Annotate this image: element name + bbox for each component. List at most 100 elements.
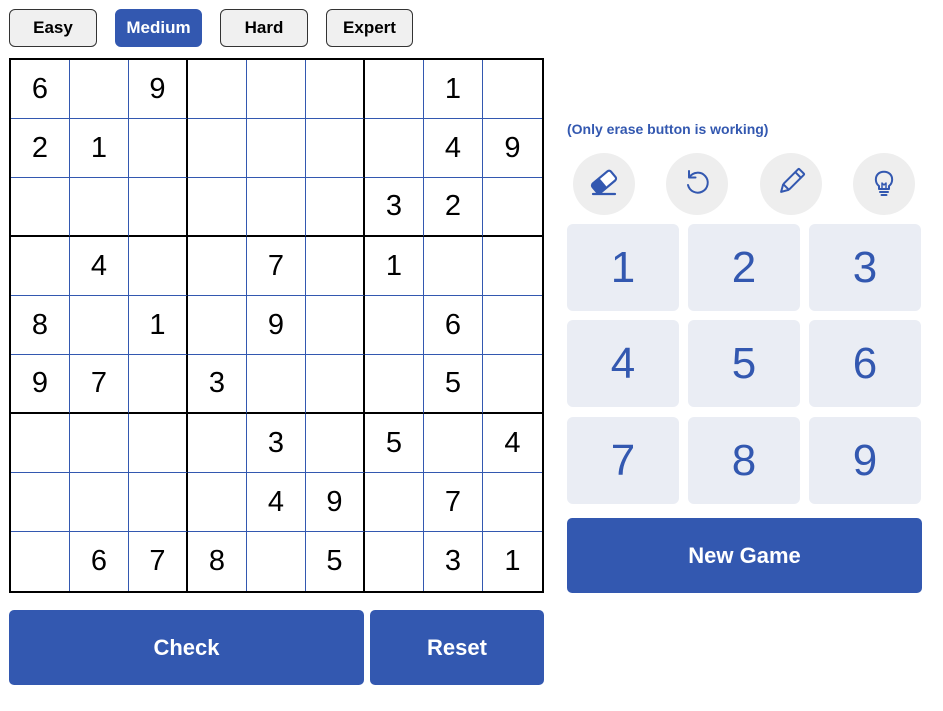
board-cell-r5-c1[interactable]: 8	[11, 296, 70, 355]
board-cell-r2-c7[interactable]	[365, 119, 424, 178]
board-cell-r9-c7[interactable]	[365, 532, 424, 591]
board-cell-r3-c6[interactable]	[306, 178, 365, 237]
board-cell-r3-c2[interactable]	[70, 178, 129, 237]
board-cell-r2-c9[interactable]: 9	[483, 119, 542, 178]
board-cell-r4-c9[interactable]	[483, 237, 542, 296]
board-cell-r7-c1[interactable]	[11, 414, 70, 473]
board-cell-r8-c4[interactable]	[188, 473, 247, 532]
board-cell-r4-c2[interactable]: 4	[70, 237, 129, 296]
board-cell-r7-c3[interactable]	[129, 414, 188, 473]
difficulty-hard-button[interactable]: Hard	[220, 9, 308, 47]
board-cell-r1-c9[interactable]	[483, 60, 542, 119]
board-cell-r2-c4[interactable]	[188, 119, 247, 178]
board-cell-r1-c3[interactable]: 9	[129, 60, 188, 119]
board-cell-r1-c4[interactable]	[188, 60, 247, 119]
board-cell-r7-c9[interactable]: 4	[483, 414, 542, 473]
board-cell-r3-c3[interactable]	[129, 178, 188, 237]
numpad-key-3[interactable]: 3	[809, 224, 921, 311]
board-cell-r4-c5[interactable]: 7	[247, 237, 306, 296]
board-cell-r7-c4[interactable]	[188, 414, 247, 473]
board-cell-r9-c9[interactable]: 1	[483, 532, 542, 591]
board-cell-r4-c6[interactable]	[306, 237, 365, 296]
board-cell-r1-c1[interactable]: 6	[11, 60, 70, 119]
board-cell-r6-c7[interactable]	[365, 355, 424, 414]
board-cell-r4-c3[interactable]	[129, 237, 188, 296]
board-cell-r4-c8[interactable]	[424, 237, 483, 296]
board-cell-r2-c2[interactable]: 1	[70, 119, 129, 178]
board-cell-r9-c4[interactable]: 8	[188, 532, 247, 591]
board-cell-r4-c1[interactable]	[11, 237, 70, 296]
board-cell-r5-c8[interactable]: 6	[424, 296, 483, 355]
board-cell-r2-c1[interactable]: 2	[11, 119, 70, 178]
board-cell-r6-c6[interactable]	[306, 355, 365, 414]
board-cell-r5-c5[interactable]: 9	[247, 296, 306, 355]
board-cell-r4-c7[interactable]: 1	[365, 237, 424, 296]
board-cell-r9-c1[interactable]	[11, 532, 70, 591]
board-cell-r8-c6[interactable]: 9	[306, 473, 365, 532]
numpad-key-7[interactable]: 7	[567, 417, 679, 504]
board-cell-r9-c6[interactable]: 5	[306, 532, 365, 591]
board-cell-r8-c9[interactable]	[483, 473, 542, 532]
board-cell-r5-c2[interactable]	[70, 296, 129, 355]
board-cell-r3-c1[interactable]	[11, 178, 70, 237]
board-cell-r3-c5[interactable]	[247, 178, 306, 237]
board-cell-r7-c6[interactable]	[306, 414, 365, 473]
board-cell-r6-c3[interactable]	[129, 355, 188, 414]
numpad-key-2[interactable]: 2	[688, 224, 800, 311]
board-cell-r3-c7[interactable]: 3	[365, 178, 424, 237]
board-cell-r2-c8[interactable]: 4	[424, 119, 483, 178]
board-cell-r5-c6[interactable]	[306, 296, 365, 355]
board-cell-r9-c3[interactable]: 7	[129, 532, 188, 591]
board-cell-r5-c3[interactable]: 1	[129, 296, 188, 355]
board-cell-r7-c8[interactable]	[424, 414, 483, 473]
numpad-key-9[interactable]: 9	[809, 417, 921, 504]
board-cell-r2-c5[interactable]	[247, 119, 306, 178]
board-cell-r9-c2[interactable]: 6	[70, 532, 129, 591]
board-cell-r6-c1[interactable]: 9	[11, 355, 70, 414]
board-cell-r2-c6[interactable]	[306, 119, 365, 178]
board-cell-r1-c6[interactable]	[306, 60, 365, 119]
board-cell-r9-c8[interactable]: 3	[424, 532, 483, 591]
reset-button[interactable]: Reset	[370, 610, 544, 685]
board-cell-r8-c5[interactable]: 4	[247, 473, 306, 532]
numpad-key-8[interactable]: 8	[688, 417, 800, 504]
board-cell-r8-c7[interactable]	[365, 473, 424, 532]
numpad-key-1[interactable]: 1	[567, 224, 679, 311]
board-cell-r6-c9[interactable]	[483, 355, 542, 414]
board-cell-r3-c8[interactable]: 2	[424, 178, 483, 237]
board-cell-r8-c2[interactable]	[70, 473, 129, 532]
board-cell-r4-c4[interactable]	[188, 237, 247, 296]
board-cell-r3-c4[interactable]	[188, 178, 247, 237]
check-button[interactable]: Check	[9, 610, 364, 685]
board-cell-r1-c7[interactable]	[365, 60, 424, 119]
numpad-key-6[interactable]: 6	[809, 320, 921, 407]
board-cell-r2-c3[interactable]	[129, 119, 188, 178]
board-cell-r7-c5[interactable]: 3	[247, 414, 306, 473]
board-cell-r7-c7[interactable]: 5	[365, 414, 424, 473]
board-cell-r8-c1[interactable]	[11, 473, 70, 532]
board-cell-r8-c3[interactable]	[129, 473, 188, 532]
board-cell-r6-c4[interactable]: 3	[188, 355, 247, 414]
pencil-button[interactable]	[760, 153, 822, 215]
board-cell-r5-c9[interactable]	[483, 296, 542, 355]
board-cell-r1-c5[interactable]	[247, 60, 306, 119]
numpad-key-4[interactable]: 4	[567, 320, 679, 407]
board-cell-r9-c5[interactable]	[247, 532, 306, 591]
difficulty-easy-button[interactable]: Easy	[9, 9, 97, 47]
difficulty-expert-button[interactable]: Expert	[326, 9, 413, 47]
board-cell-r3-c9[interactable]	[483, 178, 542, 237]
board-cell-r6-c5[interactable]	[247, 355, 306, 414]
board-cell-r5-c7[interactable]	[365, 296, 424, 355]
board-cell-r8-c8[interactable]: 7	[424, 473, 483, 532]
board-cell-r6-c2[interactable]: 7	[70, 355, 129, 414]
board-cell-r1-c8[interactable]: 1	[424, 60, 483, 119]
numpad-key-5[interactable]: 5	[688, 320, 800, 407]
undo-button[interactable]	[666, 153, 728, 215]
new-game-button[interactable]: New Game	[567, 518, 922, 593]
board-cell-r5-c4[interactable]	[188, 296, 247, 355]
difficulty-medium-button[interactable]: Medium	[115, 9, 202, 47]
board-cell-r6-c8[interactable]: 5	[424, 355, 483, 414]
board-cell-r1-c2[interactable]	[70, 60, 129, 119]
erase-button[interactable]	[573, 153, 635, 215]
hint-button[interactable]	[853, 153, 915, 215]
